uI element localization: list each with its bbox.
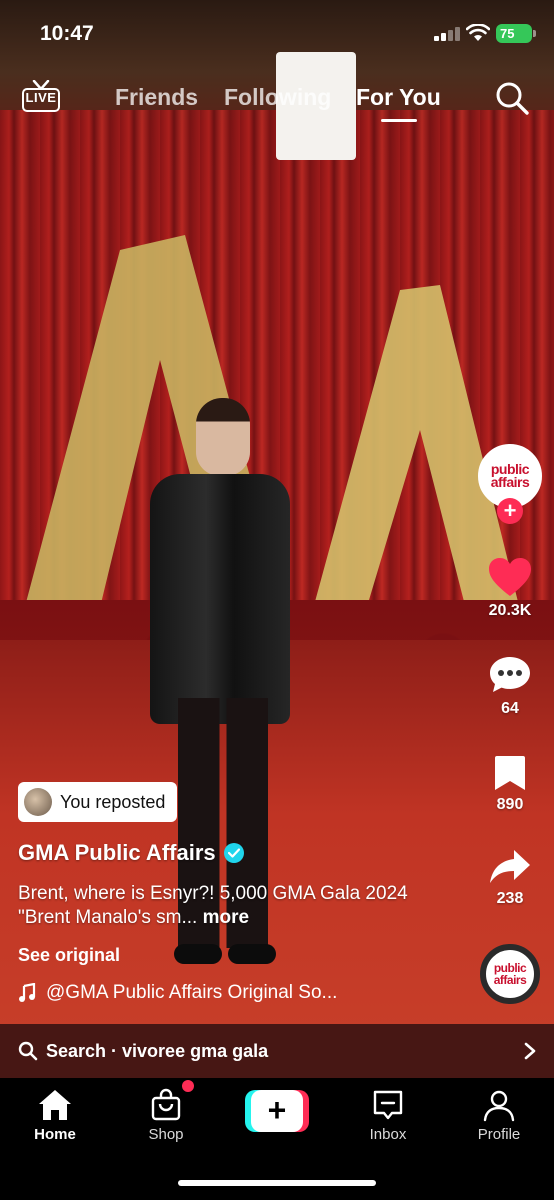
active-tab-indicator	[381, 119, 417, 122]
share-icon	[490, 850, 530, 883]
battery-icon: 75	[496, 24, 536, 43]
like-button[interactable]: 20.3K	[478, 556, 542, 620]
author-name[interactable]: GMA Public Affairs	[18, 840, 244, 866]
nav-profile-label: Profile	[477, 1126, 521, 1143]
verified-badge-icon	[223, 843, 244, 863]
comment-button[interactable]: 64	[478, 654, 542, 718]
see-original-link[interactable]: See original	[18, 945, 120, 966]
tab-friends[interactable]: Friends	[115, 84, 198, 111]
avatar	[24, 788, 52, 816]
heart-icon	[489, 558, 531, 596]
home-indicator[interactable]	[178, 1180, 376, 1186]
share-button[interactable]: 238	[478, 848, 542, 908]
video-caption[interactable]: Brent, where is Esnyr?! 5,000 GMA Gala 2…	[18, 882, 418, 930]
sound-title: @GMA Public Affairs Original So...	[46, 982, 338, 1003]
bookmark-button[interactable]: 890	[478, 754, 542, 814]
share-count: 238	[496, 890, 524, 907]
nav-home[interactable]: Home	[15, 1088, 95, 1143]
related-search-bar[interactable]: Search · vivoree gma gala	[0, 1024, 554, 1078]
sound-link[interactable]: @GMA Public Affairs Original So...	[18, 982, 337, 1004]
profile-icon	[483, 1090, 515, 1122]
comment-count: 64	[501, 700, 519, 717]
bookmark-icon	[495, 756, 525, 790]
search-icon	[18, 1041, 38, 1061]
tab-for-you[interactable]: For You	[356, 84, 441, 111]
nav-shop-label: Shop	[148, 1126, 184, 1143]
music-disc[interactable]: public affairs	[480, 944, 540, 1004]
reposted-label: You reposted	[60, 791, 166, 812]
live-icon[interactable]: LIVE	[22, 80, 60, 114]
nav-inbox[interactable]: Inbox	[348, 1088, 428, 1143]
inbox-icon	[373, 1090, 403, 1120]
shopping-bag-icon	[151, 1088, 181, 1121]
reposted-badge[interactable]: You reposted	[18, 782, 178, 822]
nav-home-label: Home	[34, 1126, 76, 1143]
nav-inbox-label: Inbox	[369, 1126, 407, 1143]
nav-shop[interactable]: Shop	[126, 1088, 206, 1143]
status-bar: 10:47 75	[0, 0, 554, 60]
search-icon[interactable]	[494, 80, 530, 116]
chevron-right-icon	[524, 1042, 536, 1060]
nav-profile[interactable]: Profile	[459, 1088, 539, 1143]
cellular-signal-icon	[434, 27, 460, 41]
search-query: Search · vivoree gma gala	[46, 1040, 269, 1061]
wifi-icon	[466, 24, 490, 41]
music-note-icon	[19, 983, 36, 1002]
home-icon	[39, 1090, 71, 1120]
comment-icon	[490, 657, 530, 692]
bookmark-count: 890	[496, 796, 524, 813]
shop-notification-dot	[182, 1080, 194, 1092]
tab-following[interactable]: Following	[224, 84, 331, 111]
like-count: 20.3K	[488, 602, 532, 619]
create-button[interactable]: +	[245, 1090, 309, 1132]
follow-button[interactable]: +	[497, 498, 523, 524]
clock: 10:47	[40, 22, 94, 45]
more-link[interactable]: more	[203, 907, 249, 928]
plus-icon: +	[251, 1090, 303, 1132]
